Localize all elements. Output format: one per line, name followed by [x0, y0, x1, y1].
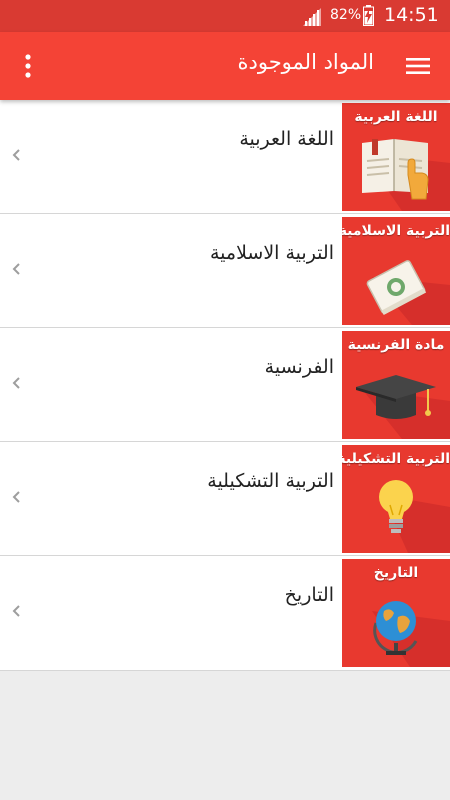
- signal-icon: [303, 8, 321, 26]
- clock: 14:51: [384, 4, 439, 26]
- subject-label: التاريخ: [284, 584, 334, 606]
- thumbnail-title: التاريخ: [373, 565, 419, 581]
- chevron-left-icon: [12, 149, 20, 161]
- thumbnail-title: التربية الاسلامية: [342, 223, 450, 239]
- thumbnail-title: التربية التشكيلية: [342, 451, 450, 467]
- app-bar: المواد الموجودة: [0, 32, 450, 100]
- subject-row-arabic[interactable]: اللغة العربية اللغة العربية: [0, 100, 450, 214]
- subject-row-history[interactable]: التاريخ التاريخ: [0, 556, 450, 671]
- subject-row-arts[interactable]: التربية التشكيلية التربية التشكيلية: [0, 442, 450, 556]
- hamburger-icon[interactable]: [404, 52, 432, 80]
- more-vert-icon[interactable]: [12, 50, 44, 82]
- subject-label: التربية التشكيلية: [207, 470, 334, 492]
- chevron-left-icon: [12, 605, 20, 617]
- subject-label: الفرنسية: [264, 356, 334, 378]
- chevron-left-icon: [12, 491, 20, 503]
- battery-charging-icon: [363, 5, 374, 26]
- chevron-left-icon: [12, 263, 20, 275]
- subject-thumbnail: التربية الاسلامية: [342, 217, 450, 325]
- subject-thumbnail: التربية التشكيلية: [342, 445, 450, 553]
- battery-percent: 82%: [330, 7, 362, 23]
- subject-thumbnail: مادة الفرنسية: [342, 331, 450, 439]
- subject-thumbnail: التاريخ: [342, 559, 450, 667]
- subject-list: اللغة العربية اللغة العربية التربية الاس: [0, 100, 450, 671]
- page-title: المواد الموجودة: [237, 50, 375, 74]
- subject-thumbnail: اللغة العربية: [342, 103, 450, 211]
- chevron-left-icon: [12, 377, 20, 389]
- subject-label: التربية الاسلامية: [209, 242, 334, 264]
- thumbnail-title: مادة الفرنسية: [347, 337, 445, 353]
- subject-label: اللغة العربية: [239, 128, 334, 150]
- status-bar: 82% 14:51: [0, 0, 450, 32]
- thumbnail-title: اللغة العربية: [354, 109, 438, 125]
- subject-row-french[interactable]: الفرنسية مادة الفرنسية: [0, 328, 450, 442]
- subject-row-islamic[interactable]: التربية الاسلامية التربية الاسلامية: [0, 214, 450, 328]
